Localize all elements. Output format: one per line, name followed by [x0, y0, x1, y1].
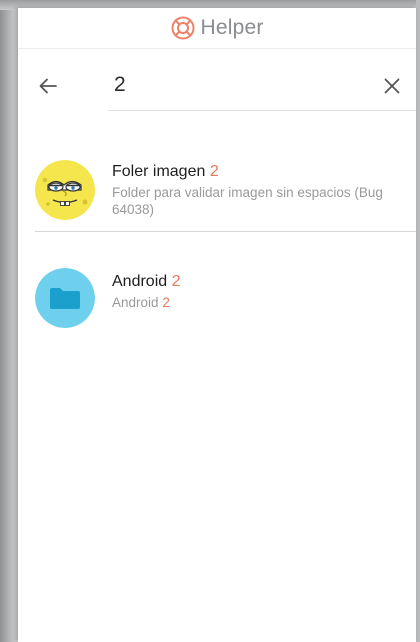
app-screen: Helper 2 Foler imagen 2 Folder para vali… [18, 8, 416, 642]
window-frame-left [0, 0, 18, 642]
lifebuoy-icon [171, 16, 195, 40]
brand: Helper [170, 15, 263, 41]
clear-search-button[interactable] [378, 72, 406, 100]
sponge-character-avatar [35, 160, 95, 220]
match-highlight: 2 [162, 295, 170, 310]
folder-icon [50, 288, 80, 309]
result-item-foler-imagen[interactable]: Foler imagen 2 Folder para validar image… [18, 156, 416, 232]
result-title: Foler imagen 2 [112, 163, 219, 180]
folder-avatar [35, 268, 95, 328]
result-subtitle: Folder para validar imagen sin espacios … [112, 185, 383, 217]
result-subtitle: Android 2 [112, 295, 170, 310]
close-icon [384, 78, 400, 94]
search-input[interactable] [114, 70, 344, 100]
match-highlight: 2 [209, 163, 219, 180]
back-button[interactable] [34, 72, 62, 100]
app-title: Helper [200, 16, 264, 39]
match-highlight: 2 [171, 273, 181, 290]
result-item-android[interactable]: Android 2 Android 2 [18, 264, 416, 332]
search-underline [108, 110, 416, 111]
app-header: Helper [18, 8, 416, 49]
list-divider [35, 231, 416, 232]
result-text: Foler imagen 2 Folder para validar image… [112, 162, 408, 218]
window-frame-right [416, 0, 420, 642]
result-title: Android 2 [112, 273, 181, 290]
search-bar [18, 60, 416, 111]
result-text: Android 2 Android 2 [112, 272, 408, 311]
arrow-left-icon [39, 78, 57, 94]
